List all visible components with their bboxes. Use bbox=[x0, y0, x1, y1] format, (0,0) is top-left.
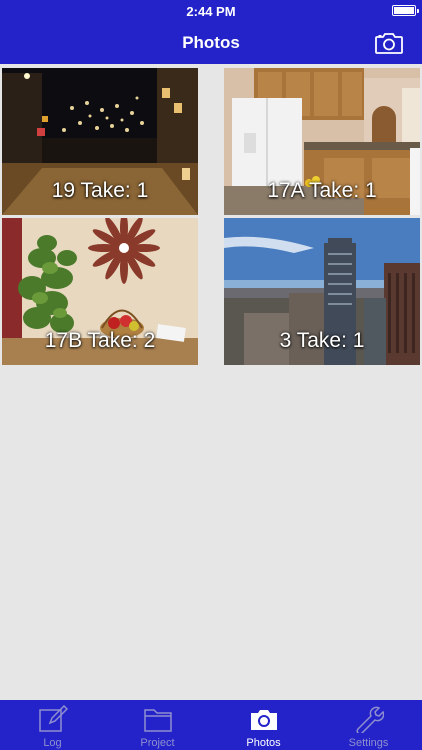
tab-bar: Log Project Photos Settings bbox=[0, 700, 422, 750]
camera-icon bbox=[375, 33, 403, 54]
photo-caption: 17A Take: 1 bbox=[267, 179, 377, 202]
battery-icon bbox=[392, 5, 419, 16]
photo-caption: 3 Take: 1 bbox=[279, 329, 365, 352]
photo-tile[interactable]: 17A Take: 1 bbox=[224, 68, 420, 215]
folder-icon bbox=[144, 709, 172, 732]
tab-label: Project bbox=[140, 737, 175, 749]
photo-caption: 17B Take: 2 bbox=[44, 329, 156, 352]
photo-tile[interactable]: 19 Take: 1 bbox=[2, 68, 198, 215]
tab-label: Log bbox=[43, 737, 62, 749]
navigation-bar: Photos bbox=[0, 22, 422, 64]
page-title: Photos bbox=[182, 33, 240, 52]
camera-icon bbox=[251, 710, 277, 730]
tab-log[interactable]: Log bbox=[0, 700, 105, 750]
status-bar: 2:44 PM bbox=[0, 0, 422, 22]
status-time: 2:44 PM bbox=[186, 4, 236, 19]
photo-tile[interactable]: 17B Take: 2 bbox=[2, 218, 198, 365]
wrench-icon bbox=[356, 706, 384, 733]
photo-grid: 19 Take: 1 17A Take: 1 17B Take: 2 3 Tak… bbox=[0, 64, 422, 700]
tab-label: Settings bbox=[348, 737, 389, 749]
camera-button[interactable] bbox=[374, 31, 404, 55]
tab-project[interactable]: Project bbox=[105, 700, 210, 750]
tab-settings[interactable]: Settings bbox=[316, 700, 421, 750]
photo-tile[interactable]: 3 Take: 1 bbox=[224, 218, 420, 365]
photo-caption: 19 Take: 1 bbox=[51, 179, 149, 202]
log-icon bbox=[39, 705, 68, 732]
tab-photos[interactable]: Photos bbox=[211, 700, 316, 750]
tab-label: Photos bbox=[246, 737, 281, 749]
